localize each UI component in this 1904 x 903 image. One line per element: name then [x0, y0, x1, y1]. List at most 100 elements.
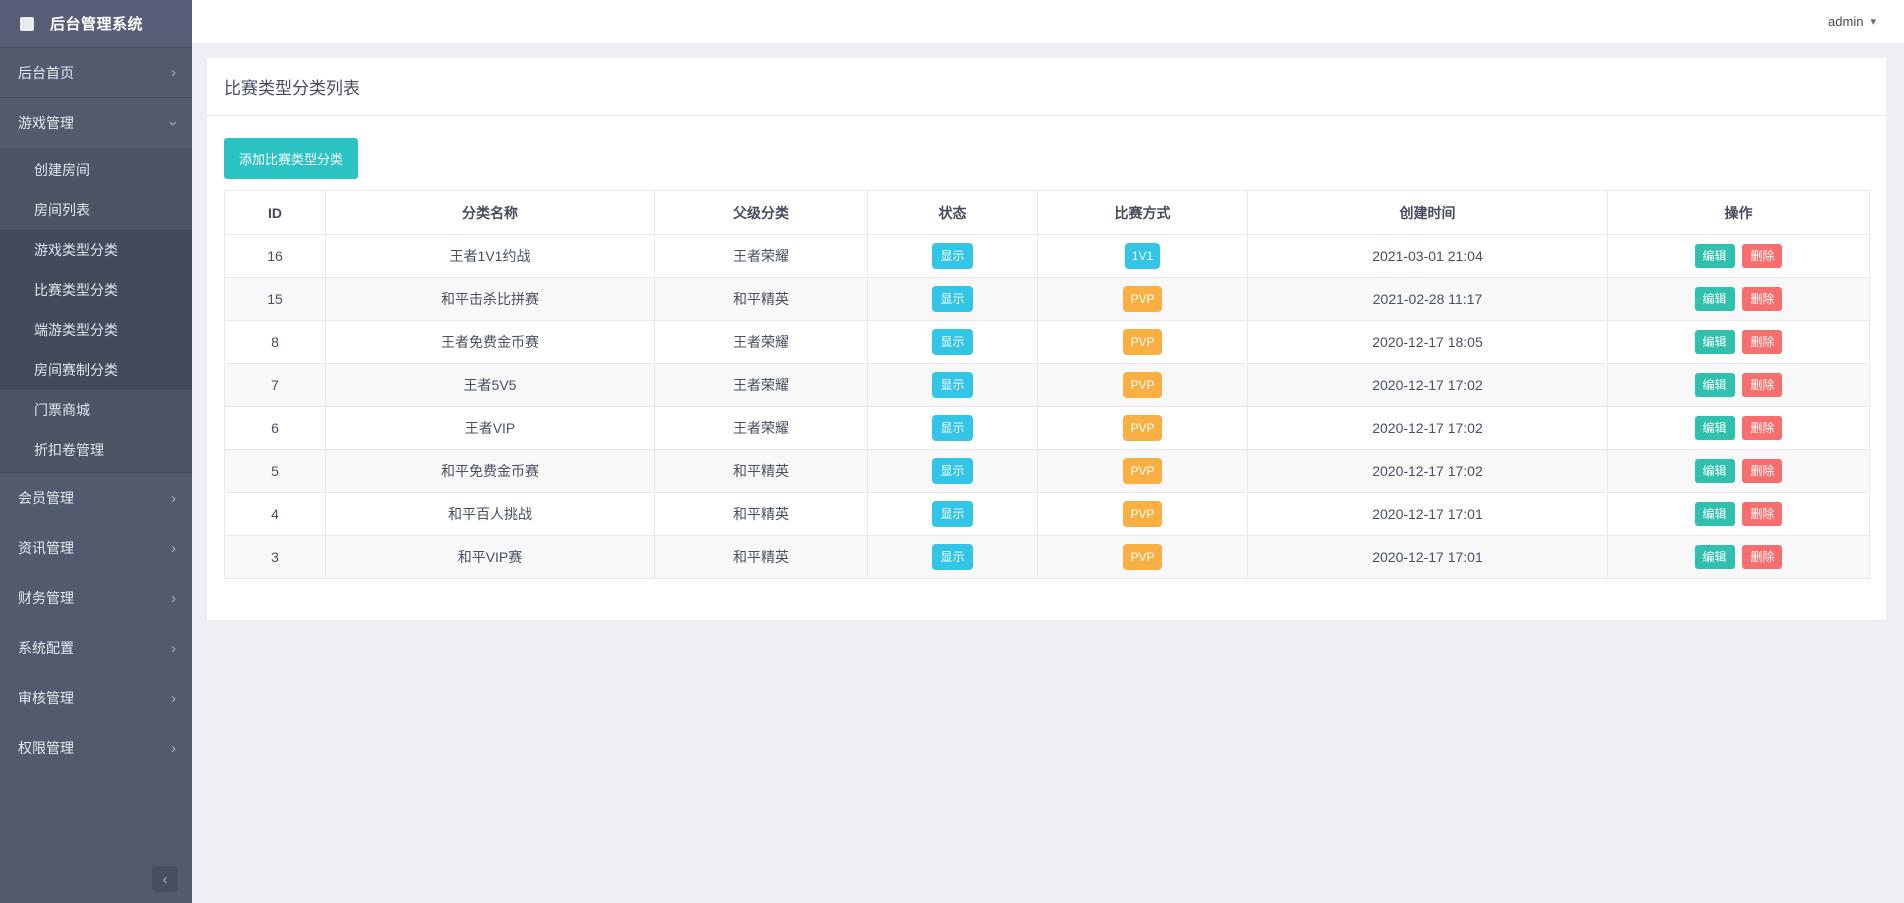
page-title: 比赛类型分类列表: [224, 74, 360, 99]
cell-name: 王者5V5: [326, 364, 655, 407]
match-type-table: ID 分类名称 父级分类 状态 比赛方式 创建时间 操作 16 王者1V1约战 …: [224, 190, 1870, 579]
chevron-right-icon: ›: [171, 741, 176, 756]
cell-created: 2020-12-17 18:05: [1248, 321, 1608, 364]
add-match-type-button[interactable]: 添加比赛类型分类: [224, 138, 358, 179]
cell-id: 16: [225, 235, 326, 278]
cell-name: 和平百人挑战: [326, 493, 655, 536]
sidebar-item-coupon-management[interactable]: 折扣卷管理: [0, 430, 192, 470]
delete-button[interactable]: 删除: [1742, 373, 1782, 397]
cell-id: 4: [225, 493, 326, 536]
table-row: 8 王者免费金币赛 王者荣耀 显示 PVP 2020-12-17 18:05 编…: [225, 321, 1870, 364]
chevron-down-icon: ›: [166, 121, 181, 126]
header-id: ID: [225, 191, 326, 235]
sidebar-item-home[interactable]: 后台首页 ›: [0, 48, 192, 98]
cell-name: 和平击杀比拼赛: [326, 278, 655, 321]
sidebar-item-create-room[interactable]: 创建房间: [0, 150, 192, 190]
mode-badge: PVP: [1123, 501, 1161, 527]
delete-button[interactable]: 删除: [1742, 416, 1782, 440]
toolbar: 添加比赛类型分类: [207, 116, 1886, 179]
cell-id: 6: [225, 407, 326, 450]
sidebar-item-label: 游戏管理: [18, 113, 74, 133]
cell-parent: 和平精英: [655, 278, 868, 321]
edit-button[interactable]: 编辑: [1695, 287, 1735, 311]
collapse-sidebar-button[interactable]: ‹: [152, 866, 178, 892]
logo-icon: [20, 17, 34, 31]
topbar: admin ▾: [192, 0, 1904, 43]
cell-parent: 王者荣耀: [655, 364, 868, 407]
user-dropdown[interactable]: admin ▾: [1828, 0, 1876, 43]
header-created: 创建时间: [1248, 191, 1608, 235]
delete-button[interactable]: 删除: [1742, 459, 1782, 483]
delete-button[interactable]: 删除: [1742, 545, 1782, 569]
cell-parent: 和平精英: [655, 493, 868, 536]
table-header-row: ID 分类名称 父级分类 状态 比赛方式 创建时间 操作: [225, 191, 1870, 235]
cell-name: 王者1V1约战: [326, 235, 655, 278]
cell-parent: 和平精英: [655, 536, 868, 579]
cell-created: 2020-12-17 17:02: [1248, 364, 1608, 407]
cell-name: 王者VIP: [326, 407, 655, 450]
sidebar-item-system-config[interactable]: 系统配置 ›: [0, 623, 192, 673]
status-badge[interactable]: 显示: [932, 329, 972, 355]
sidebar-item-permissions[interactable]: 权限管理 ›: [0, 723, 192, 773]
header-status: 状态: [868, 191, 1038, 235]
sidebar-item-members[interactable]: 会员管理 ›: [0, 473, 192, 523]
sidebar-item-room-list[interactable]: 房间列表: [0, 190, 192, 230]
header-mode: 比赛方式: [1038, 191, 1248, 235]
sidebar-item-room-format-category[interactable]: 房间赛制分类: [0, 350, 192, 390]
cell-id: 8: [225, 321, 326, 364]
status-badge[interactable]: 显示: [932, 501, 972, 527]
chevron-right-icon: ›: [171, 491, 176, 506]
status-badge[interactable]: 显示: [932, 243, 972, 269]
table-row: 16 王者1V1约战 王者荣耀 显示 1V1 2021-03-01 21:04 …: [225, 235, 1870, 278]
sidebar-item-game[interactable]: 游戏管理 ›: [0, 98, 192, 148]
delete-button[interactable]: 删除: [1742, 502, 1782, 526]
cell-name: 王者免费金币赛: [326, 321, 655, 364]
cell-parent: 王者荣耀: [655, 407, 868, 450]
delete-button[interactable]: 删除: [1742, 287, 1782, 311]
sidebar-item-label: 系统配置: [18, 638, 74, 658]
sidebar-item-audit[interactable]: 审核管理 ›: [0, 673, 192, 723]
edit-button[interactable]: 编辑: [1695, 502, 1735, 526]
header-actions: 操作: [1608, 191, 1870, 235]
cell-created: 2020-12-17 17:01: [1248, 493, 1608, 536]
table-row: 7 王者5V5 王者荣耀 显示 PVP 2020-12-17 17:02 编辑 …: [225, 364, 1870, 407]
edit-button[interactable]: 编辑: [1695, 545, 1735, 569]
cell-id: 7: [225, 364, 326, 407]
mode-badge: PVP: [1123, 544, 1161, 570]
header-name: 分类名称: [326, 191, 655, 235]
edit-button[interactable]: 编辑: [1695, 244, 1735, 268]
sidebar-item-pc-game-type-category[interactable]: 端游类型分类: [0, 310, 192, 350]
edit-button[interactable]: 编辑: [1695, 373, 1735, 397]
cell-parent: 和平精英: [655, 450, 868, 493]
header-parent: 父级分类: [655, 191, 868, 235]
status-badge[interactable]: 显示: [932, 415, 972, 441]
cell-created: 2020-12-17 17:01: [1248, 536, 1608, 579]
content-card: 比赛类型分类列表 添加比赛类型分类 ID 分类名称 父级分类 状态 比赛方式 创…: [207, 58, 1886, 620]
status-badge[interactable]: 显示: [932, 286, 972, 312]
edit-button[interactable]: 编辑: [1695, 330, 1735, 354]
cell-created: 2020-12-17 17:02: [1248, 450, 1608, 493]
chevron-right-icon: ›: [171, 641, 176, 656]
sidebar-item-ticket-mall[interactable]: 门票商城: [0, 390, 192, 430]
status-badge[interactable]: 显示: [932, 544, 972, 570]
status-badge[interactable]: 显示: [932, 458, 972, 484]
sidebar: 后台管理系统 后台首页 › 游戏管理 › 创建房间 房间列表 游戏类型分类 比赛…: [0, 0, 192, 903]
cell-id: 15: [225, 278, 326, 321]
sidebar-item-label: 财务管理: [18, 588, 74, 608]
sidebar-item-label: 资讯管理: [18, 538, 74, 558]
sidebar-item-match-type-category[interactable]: 比赛类型分类: [0, 270, 192, 310]
delete-button[interactable]: 删除: [1742, 330, 1782, 354]
sidebar-item-game-type-category[interactable]: 游戏类型分类: [0, 230, 192, 270]
sidebar-item-finance[interactable]: 财务管理 ›: [0, 573, 192, 623]
delete-button[interactable]: 删除: [1742, 244, 1782, 268]
sidebar-item-label: 会员管理: [18, 488, 74, 508]
card-header: 比赛类型分类列表: [207, 58, 1886, 116]
table-row: 5 和平免费金币赛 和平精英 显示 PVP 2020-12-17 17:02 编…: [225, 450, 1870, 493]
edit-button[interactable]: 编辑: [1695, 416, 1735, 440]
edit-button[interactable]: 编辑: [1695, 459, 1735, 483]
username: admin: [1828, 14, 1863, 29]
status-badge[interactable]: 显示: [932, 372, 972, 398]
mode-badge: PVP: [1123, 458, 1161, 484]
sidebar-item-label: 权限管理: [18, 738, 74, 758]
sidebar-item-news[interactable]: 资讯管理 ›: [0, 523, 192, 573]
